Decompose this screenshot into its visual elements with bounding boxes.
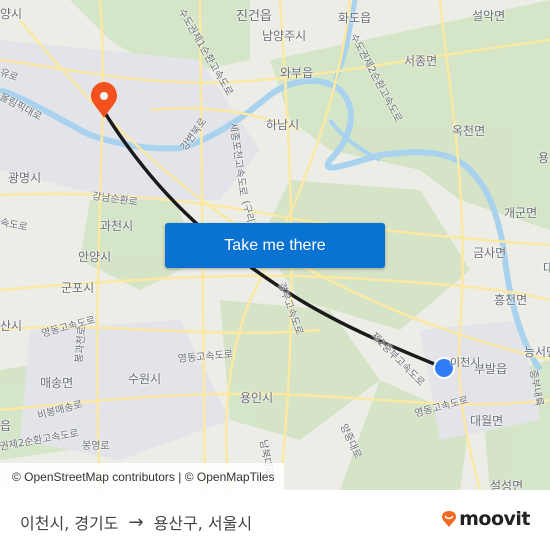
label-yongin: 용인시 [240, 391, 274, 405]
label-hwado: 화도읍 [338, 11, 372, 25]
take-me-there-button[interactable]: Take me there [165, 223, 385, 268]
label-jingeon: 진건읍 [236, 9, 272, 24]
label-daewol: 대월면 [470, 414, 504, 428]
label-gwacheon: 과천시 [100, 219, 134, 233]
road-label-bongyeong: 봉영로 [82, 441, 110, 452]
label-partial-dae: 대 [543, 261, 550, 275]
label-namyangju: 남양주시 [262, 29, 307, 43]
label-neungseo: 능서면 [524, 345, 550, 359]
footer-bar: 이천시, 경기도 → 용산구, 서울시 moovit [0, 490, 550, 550]
label-gunpo: 군포시 [61, 281, 95, 295]
moovit-logo[interactable]: moovit [441, 508, 530, 530]
label-geumsa: 금사면 [473, 246, 507, 260]
arrow-right-icon: → [128, 511, 144, 533]
map-attribution: © OpenStreetMap contributors | © OpenMap… [0, 463, 285, 490]
label-wabu: 와부읍 [280, 66, 314, 80]
label-seojong: 서종면 [404, 54, 438, 68]
label-suwon: 수원시 [128, 372, 162, 386]
label-partial-eup: 읍 [0, 419, 12, 433]
label-goyang: 양시 [0, 7, 23, 21]
label-maesong: 매송면 [40, 376, 74, 390]
label-hanam: 하남시 [266, 118, 300, 132]
label-partial-yong: 용 [538, 151, 550, 165]
label-seorak: 설악면 [472, 9, 506, 23]
label-okcheon: 옥천면 [452, 124, 486, 138]
label-gwangmyeong: 광명시 [8, 171, 42, 185]
destination-name: 용산구, 서울시 [153, 514, 253, 533]
route-summary: 이천시, 경기도 → 용산구, 서울시 [20, 510, 252, 534]
attribution-text[interactable]: © OpenStreetMap contributors | © OpenMap… [12, 470, 274, 484]
origin-name: 이천시, 경기도 [20, 514, 119, 533]
moovit-wordmark: moovit [459, 508, 530, 530]
label-ansan: 산시 [0, 319, 23, 333]
map-view[interactable]: 양시 진건읍 화도읍 설악면 남양주시 와부읍 서종면 하남시 옥천면 광명시 … [0, 0, 550, 490]
label-origin-partial: 이천시 [450, 356, 481, 369]
label-seolseong: 설성면 [490, 479, 524, 490]
label-heungcheon: 흥천면 [494, 293, 528, 307]
label-anyang: 안양시 [78, 250, 112, 264]
label-gaegun: 개군면 [504, 206, 538, 220]
moovit-pin-icon [442, 511, 457, 527]
